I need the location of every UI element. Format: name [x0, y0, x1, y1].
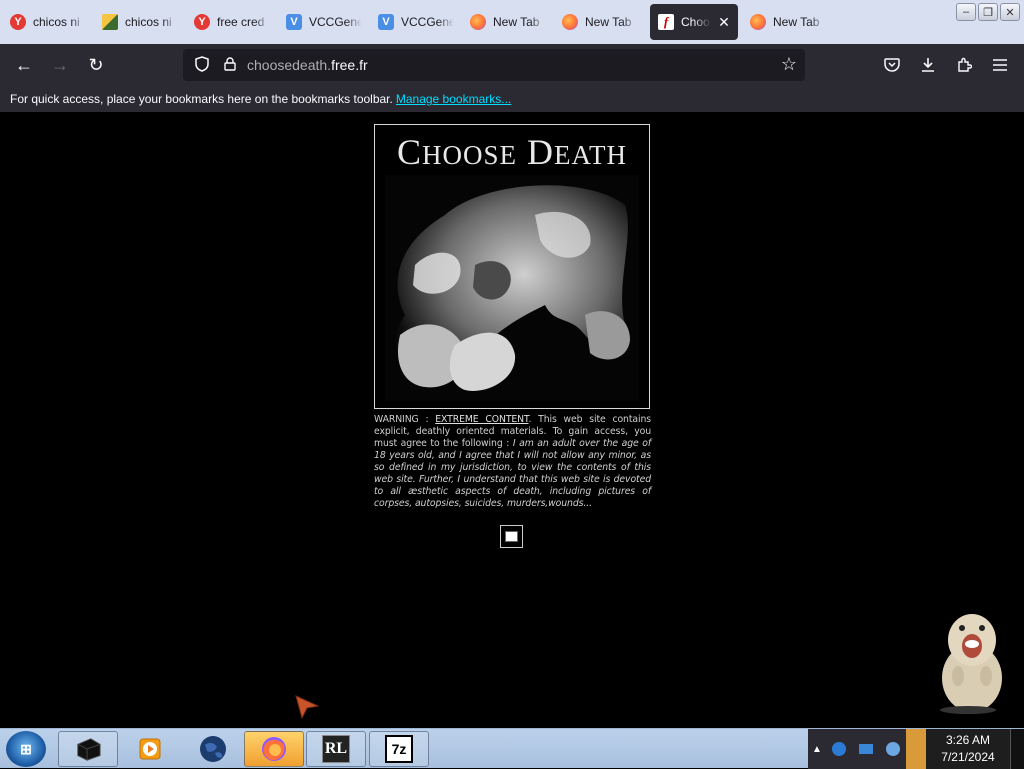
vcc-icon: V — [286, 14, 302, 30]
tab-7[interactable]: f Choos ✕ — [650, 4, 738, 40]
tab-6[interactable]: New Tab — [554, 4, 646, 40]
address-bar[interactable]: choosedeath. free.fr ☆ — [183, 49, 805, 81]
tab-0[interactable]: Ychicos ni — [2, 4, 94, 40]
reload-button[interactable]: ↻ — [80, 49, 112, 81]
clock[interactable]: 3:26 AM 7/21/2024 — [926, 729, 1010, 769]
pocket-icon[interactable] — [876, 49, 908, 81]
image-icon — [102, 14, 118, 30]
firefox-icon — [750, 14, 766, 30]
firefox-icon — [562, 14, 578, 30]
enter-image-button[interactable] — [500, 525, 523, 548]
tab-8[interactable]: New Tab — [742, 4, 834, 40]
clock-date: 7/21/2024 — [941, 750, 995, 764]
tab-5[interactable]: New Tab — [462, 4, 554, 40]
tab-4[interactable]: V VCCGene — [370, 4, 462, 40]
taskbar-item-black-box[interactable] — [58, 731, 118, 767]
show-desktop-button[interactable] — [1010, 729, 1024, 769]
tab-3[interactable]: V VCCGene — [278, 4, 370, 40]
windows-start-icon[interactable]: ⊞ — [6, 731, 46, 767]
bookmarks-hint-text: For quick access, place your bookmarks h… — [10, 92, 393, 106]
tab-label: chicos ni — [125, 15, 172, 29]
taskbar-item-globe[interactable] — [183, 731, 243, 767]
tab-label: New Tab — [493, 15, 540, 29]
tab-label: VCCGene — [309, 15, 362, 29]
tab-label: free cred — [217, 15, 265, 29]
taskbar-item-7zip[interactable]: 7z — [369, 731, 429, 767]
taskbar: ⊞ RL 7z ▲ 3:26 AM 7/21/2024 — [0, 728, 1024, 769]
clock-time: 3:26 AM — [945, 733, 991, 747]
yandex-icon: Y — [194, 14, 210, 30]
tray-folder-icon[interactable] — [906, 729, 926, 769]
tab-label: Choos — [681, 15, 711, 29]
bookmark-star-icon[interactable]: ☆ — [781, 54, 797, 75]
firefox-icon — [260, 735, 288, 763]
show-hidden-icons-icon[interactable]: ▲ — [808, 729, 826, 769]
bookmarks-toolbar: For quick access, place your bookmarks h… — [0, 86, 1024, 112]
broken-image-icon — [505, 531, 518, 542]
forward-button[interactable]: → — [44, 49, 76, 81]
tab-label: New Tab — [773, 15, 820, 29]
shield-icon[interactable] — [191, 55, 213, 75]
minimize-button[interactable]: – — [956, 3, 976, 21]
taskbar-item-rl[interactable]: RL — [306, 731, 366, 767]
close-window-button[interactable]: ✕ — [1000, 3, 1020, 21]
rl-icon: RL — [322, 735, 350, 763]
tray-app-icon[interactable] — [832, 742, 847, 756]
firefox-icon — [470, 14, 486, 30]
tab-1[interactable]: chicos ni — [94, 4, 186, 40]
hamster-mascot-icon — [940, 614, 1002, 714]
flash-icon: f — [658, 14, 674, 30]
tab-label: VCCGene — [401, 15, 454, 29]
tab-2[interactable]: Yfree cred — [186, 4, 278, 40]
url-domain: free.fr — [331, 57, 368, 73]
manage-bookmarks-link[interactable]: Manage bookmarks... — [396, 92, 511, 106]
system-tray: ▲ 3:26 AM 7/21/2024 — [808, 729, 1024, 769]
black-box-icon — [74, 735, 102, 763]
window-controls: – ❐ ✕ — [956, 3, 1020, 21]
tab-label: chicos ni — [33, 15, 80, 29]
extensions-icon[interactable] — [948, 49, 980, 81]
menu-icon[interactable] — [984, 49, 1016, 81]
vcc-icon: V — [378, 14, 394, 30]
taskbar-item-media-player[interactable] — [120, 731, 180, 767]
url-subdomain: choosedeath. — [247, 57, 332, 73]
tab-strip: Ychicos ni chicos ni Yfree cred V VCCGene V VC… — [0, 0, 1024, 44]
lock-icon[interactable] — [219, 56, 241, 74]
downloads-icon[interactable] — [912, 49, 944, 81]
maximize-button[interactable]: ❐ — [978, 3, 998, 21]
mouse-cursor-icon — [295, 695, 320, 720]
yandex-icon: Y — [10, 14, 26, 30]
volume-icon[interactable] — [885, 742, 900, 756]
network-icon[interactable] — [858, 744, 873, 754]
tray-icons — [826, 729, 906, 769]
close-tab-icon[interactable]: ✕ — [718, 14, 730, 31]
poster-photo — [385, 175, 639, 401]
page-content: CHOOSE DEATH WARNING : EXTREME CONTENT. … — [0, 112, 1024, 728]
page-title: CHOOSE DEATH — [396, 132, 628, 172]
navigation-toolbar: ← → ↻ choosedeath. free.fr ☆ — [0, 44, 1024, 86]
extreme-content-label: EXTREME CONTENT — [435, 414, 529, 425]
back-button[interactable]: ← — [8, 49, 40, 81]
media-player-icon — [136, 735, 164, 763]
warning-text: WARNING : EXTREME CONTENT. This web site… — [374, 414, 652, 509]
7zip-icon: 7z — [385, 735, 413, 763]
choose-death-poster: CHOOSE DEATH — [374, 124, 650, 409]
tab-label: New Tab — [585, 15, 632, 29]
globe-icon — [199, 735, 227, 763]
taskbar-item-firefox[interactable] — [244, 731, 304, 767]
